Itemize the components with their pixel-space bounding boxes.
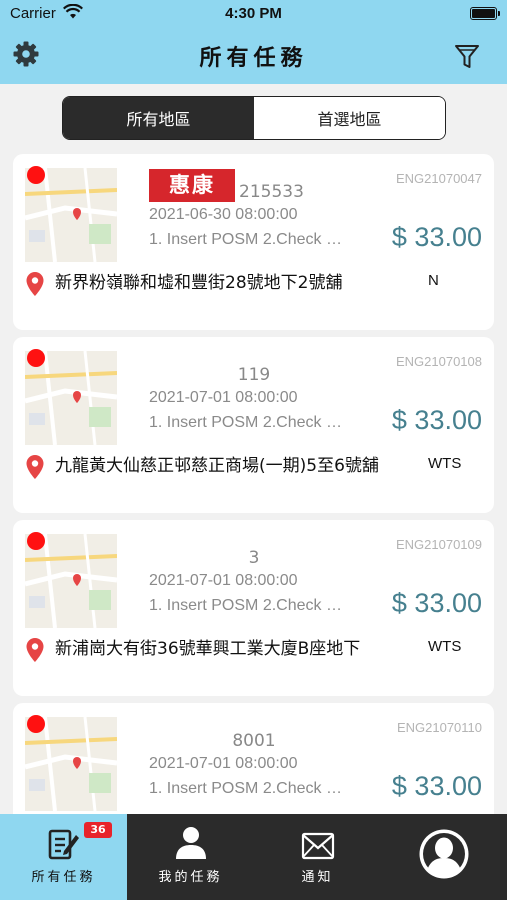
tab-profile[interactable] [381, 814, 507, 900]
task-number: 8001 [232, 731, 276, 751]
task-card[interactable]: 3 ENG21070109 2021-07-01 08:00:00 1. Ins… [13, 520, 494, 696]
profile-avatar-icon [419, 829, 469, 879]
task-code: ENG21070108 [395, 354, 482, 369]
task-description: 1. Insert POSM 2.Check POSM [149, 414, 349, 431]
tab-label: 通知 [301, 870, 334, 885]
segment-preferred-regions[interactable]: 首選地區 [254, 97, 445, 139]
task-card[interactable]: 119 ENG21070108 2021-07-01 08:00:00 1. I… [13, 337, 494, 513]
battery-icon [470, 7, 500, 20]
task-datetime: 2021-07-01 08:00:00 [149, 755, 298, 772]
task-address: 新界粉嶺聯和墟和豐街28號地下2號舖 [55, 273, 343, 293]
task-region: WTS [428, 638, 462, 655]
brand-badge: 惠康 [149, 169, 235, 202]
tab-bar: 36 所有任務 我的任務 通知 [0, 814, 507, 900]
task-price: $ 33.00 [391, 222, 482, 252]
task-datetime: 2021-07-01 08:00:00 [149, 572, 298, 589]
status-time: 4:30 PM [225, 5, 282, 22]
tab-my-tasks[interactable]: 我的任務 [127, 814, 254, 900]
person-icon [175, 827, 206, 859]
task-card[interactable]: 8001 ENG21070110 2021-07-01 08:00:00 1. … [13, 703, 494, 814]
task-list-icon [48, 829, 79, 860]
task-region: N [428, 272, 439, 289]
status-dot [27, 349, 45, 367]
tab-label: 所有任務 [31, 870, 96, 885]
task-card[interactable]: 惠康 215533 ENG21070047 2021-06-30 08:00:0… [13, 154, 494, 330]
task-description: 1. Insert POSM 2.Check POSM [149, 597, 349, 614]
status-bar: Carrier 4:30 PM [0, 0, 507, 28]
location-pin-icon [26, 272, 44, 296]
app-header: Carrier 4:30 PM 所有任務 [0, 0, 507, 84]
segment-all-regions[interactable]: 所有地區 [63, 97, 254, 139]
task-number: 119 [237, 365, 271, 385]
task-address: 九龍黃大仙慈正邨慈正商場(一期)5至6號舖 [55, 456, 379, 476]
task-code: ENG21070109 [395, 537, 482, 552]
task-number: 215533 [239, 182, 304, 202]
location-pin-icon [26, 638, 44, 662]
status-dot [27, 715, 45, 733]
task-code: ENG21070047 [395, 171, 482, 186]
task-description: 1. Insert POSM 2.Check POSM [149, 231, 349, 248]
filter-icon[interactable] [454, 43, 480, 71]
page-title: 所有任務 [199, 46, 308, 71]
status-dot [27, 166, 45, 184]
task-count-badge: 36 [84, 822, 112, 838]
task-address: 新浦崗大有街36號華興工業大廈B座地下 [55, 639, 361, 659]
status-dot [27, 532, 45, 550]
tab-label: 我的任務 [158, 870, 223, 885]
task-number: 3 [248, 548, 260, 568]
task-list: 惠康 215533 ENG21070047 2021-06-30 08:00:0… [0, 150, 507, 814]
task-description: 1. Insert POSM 2.Check POSM [149, 780, 349, 797]
task-price: $ 33.00 [391, 405, 482, 435]
tab-notifications[interactable]: 通知 [254, 814, 381, 900]
task-datetime: 2021-06-30 08:00:00 [149, 206, 298, 223]
region-segmented-control: 所有地區 首選地區 [62, 96, 446, 140]
envelope-icon [301, 832, 334, 860]
tab-all-tasks[interactable]: 36 所有任務 [0, 814, 127, 900]
task-region: WTS [428, 455, 462, 472]
task-price: $ 33.00 [391, 771, 482, 801]
task-datetime: 2021-07-01 08:00:00 [149, 389, 298, 406]
task-code: ENG21070110 [396, 720, 482, 735]
task-price: $ 33.00 [391, 588, 482, 618]
location-pin-icon [26, 455, 44, 479]
